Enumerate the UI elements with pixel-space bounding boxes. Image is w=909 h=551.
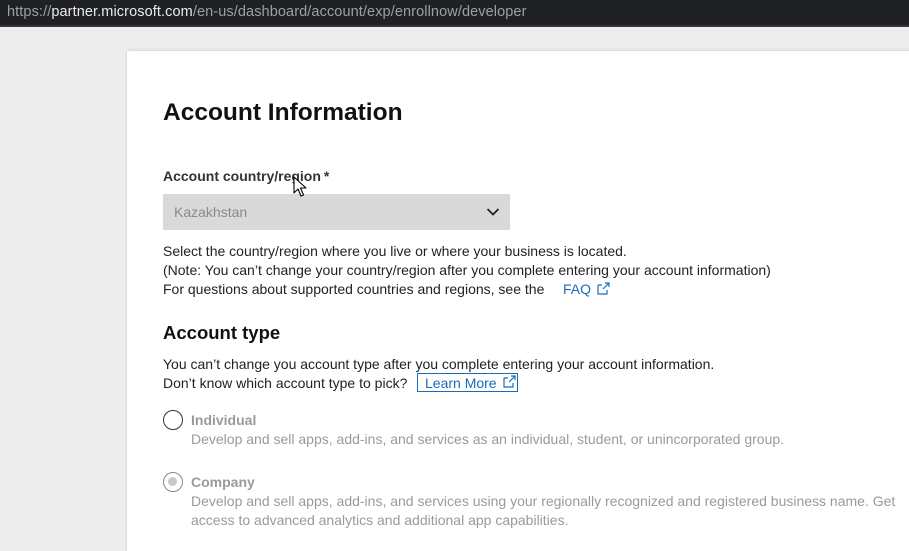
mouse-cursor-icon — [293, 176, 307, 197]
external-link-icon — [597, 282, 610, 295]
option-company-title[interactable]: Company — [191, 474, 255, 490]
country-help-line3: For questions about supported countries … — [163, 281, 545, 297]
option-individual-description: Develop and sell apps, add-ins, and serv… — [191, 431, 785, 447]
chevron-down-icon — [486, 208, 500, 216]
faq-link-label: FAQ — [563, 281, 592, 297]
page-title: Account Information — [163, 99, 403, 126]
country-select-value: Kazakhstan — [174, 204, 248, 220]
learn-more-link[interactable]: Learn More — [417, 373, 518, 392]
country-help-line2: (Note: You can’t change your country/reg… — [163, 262, 771, 278]
country-help-line1: Select the country/region where you live… — [163, 243, 627, 259]
browser-address-bar[interactable]: https://partner.microsoft.com/en-us/dash… — [0, 0, 909, 27]
country-select[interactable]: Kazakhstan — [163, 194, 510, 230]
account-type-heading: Account type — [163, 322, 281, 343]
account-type-note-line1: You can’t change you account type after … — [163, 356, 715, 372]
option-individual-title[interactable]: Individual — [191, 412, 256, 428]
external-link-icon — [503, 375, 516, 388]
learn-more-label: Learn More — [425, 375, 497, 391]
url-path: /en-us/dashboard/account/exp/enrollnow/d… — [192, 4, 527, 20]
url-scheme: https:// — [7, 4, 52, 20]
faq-link[interactable]: FAQ — [563, 281, 610, 297]
option-company-description-line2: access to advanced analytics and additio… — [191, 512, 569, 528]
url-text[interactable]: https://partner.microsoft.com/en-us/dash… — [7, 4, 527, 20]
radio-company[interactable] — [163, 472, 183, 492]
account-type-note-line2: Don’t know which account type to pick? — [163, 375, 408, 391]
option-company-description-line1: Develop and sell apps, add-ins, and serv… — [191, 493, 896, 509]
radio-dot — [168, 477, 177, 486]
radio-individual[interactable] — [163, 410, 183, 430]
url-host: partner.microsoft.com — [51, 4, 193, 20]
required-marker: * — [323, 168, 330, 184]
